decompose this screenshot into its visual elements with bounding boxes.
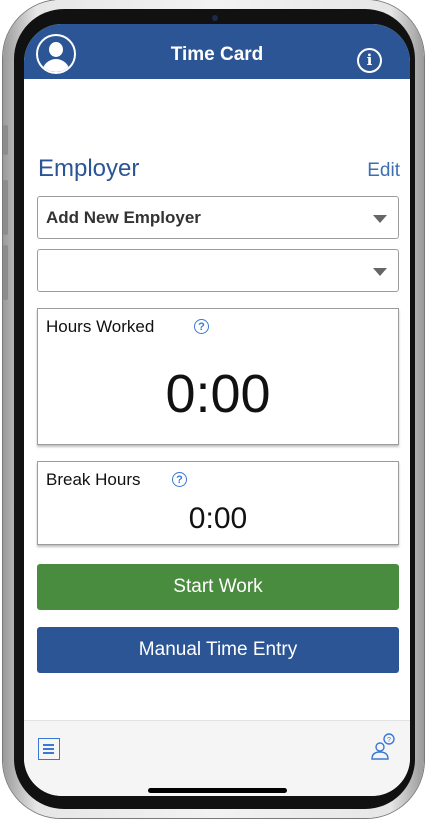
camera-dot <box>211 15 218 21</box>
volume-up-button <box>3 180 8 235</box>
volume-down-button <box>3 245 8 300</box>
help-icon[interactable]: ? <box>194 319 209 334</box>
info-icon[interactable]: i <box>357 48 382 73</box>
list-icon[interactable] <box>38 738 60 760</box>
edit-employer-link[interactable]: Edit <box>367 160 400 182</box>
employer-heading: Employer <box>38 155 140 182</box>
break-hours-label: Break Hours <box>46 470 141 489</box>
support-chat-icon[interactable]: ? <box>370 733 396 761</box>
hours-worked-label: Hours Worked <box>46 317 155 336</box>
break-hours-value: 0:00 <box>188 502 248 535</box>
employer-select-value: Add New Employer <box>46 208 201 227</box>
secondary-select[interactable] <box>37 249 399 292</box>
hours-worked-card: Hours Worked ? 0:00 <box>37 308 399 445</box>
chevron-down-icon <box>373 268 387 276</box>
page-title: Time Card <box>170 44 264 65</box>
help-icon[interactable]: ? <box>172 472 187 487</box>
manual-time-entry-button[interactable]: Manual Time Entry <box>37 627 399 673</box>
app-screen: Time Card i Employer Edit Add New Employ… <box>24 24 410 796</box>
bottom-toolbar: ? <box>24 720 410 796</box>
home-indicator <box>148 788 287 793</box>
break-hours-card: Break Hours ? 0:00 <box>37 461 399 545</box>
app-header: Time Card i <box>24 24 410 79</box>
svg-text:?: ? <box>387 737 391 744</box>
hours-worked-value: 0:00 <box>165 364 271 424</box>
mute-switch <box>3 125 8 155</box>
employer-select[interactable]: Add New Employer <box>37 196 399 239</box>
start-work-button[interactable]: Start Work <box>37 564 399 610</box>
chevron-down-icon <box>373 215 387 223</box>
